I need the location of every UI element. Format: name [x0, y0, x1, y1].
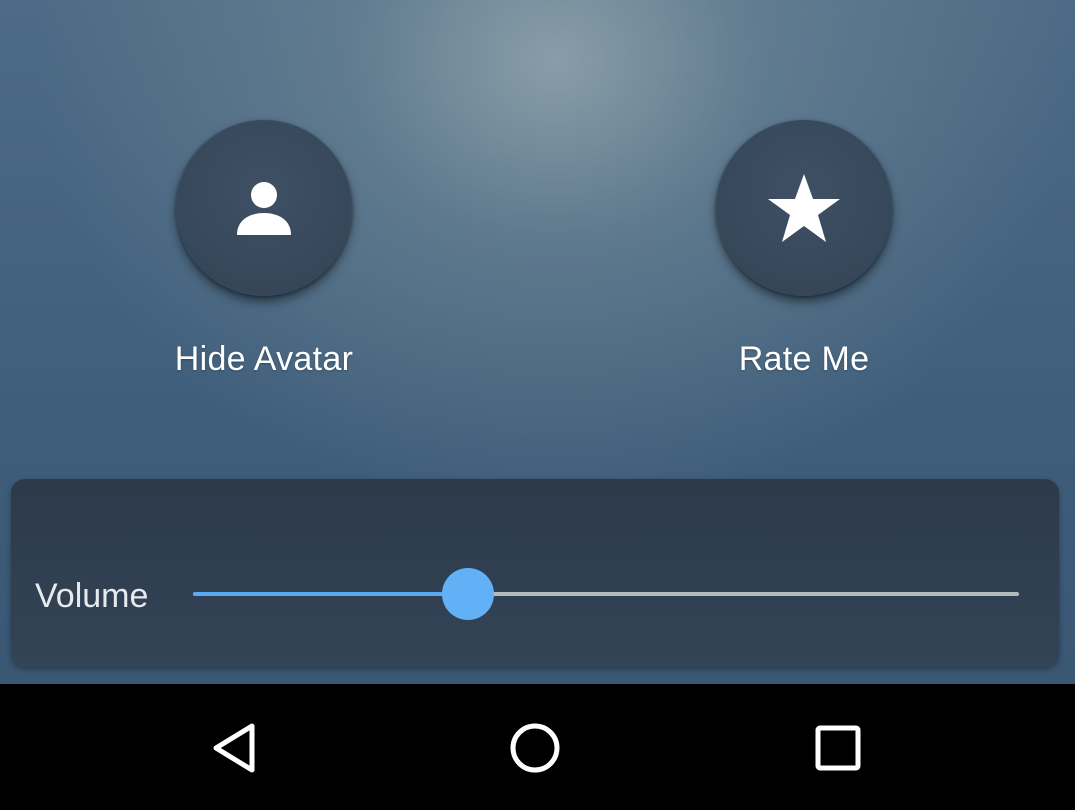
back-triangle-icon	[213, 723, 255, 773]
rate-me-label: Rate Me	[738, 340, 870, 378]
volume-slider[interactable]	[193, 568, 1019, 620]
home-button[interactable]	[505, 718, 565, 778]
hide-avatar-label: Hide Avatar	[174, 340, 354, 378]
rate-me-action[interactable]: Rate Me	[654, 120, 954, 390]
slider-fill	[193, 592, 469, 596]
hide-avatar-action[interactable]: Hide Avatar	[114, 120, 414, 390]
slider-thumb[interactable]	[442, 568, 495, 620]
person-icon	[237, 182, 291, 235]
star-icon	[768, 174, 840, 242]
volume-panel: Volume	[11, 479, 1059, 667]
volume-label: Volume	[35, 577, 149, 615]
screen: Hide Avatar Rate Me Volume	[0, 0, 1075, 810]
home-circle-icon	[510, 723, 560, 773]
navigation-bar	[0, 684, 1075, 810]
app-background: Hide Avatar Rate Me Volume	[0, 0, 1075, 684]
rate-me-button[interactable]	[716, 120, 892, 296]
hide-avatar-button[interactable]	[176, 120, 352, 296]
recents-button[interactable]	[808, 718, 868, 778]
recents-square-icon	[815, 725, 861, 771]
back-button[interactable]	[204, 718, 264, 778]
